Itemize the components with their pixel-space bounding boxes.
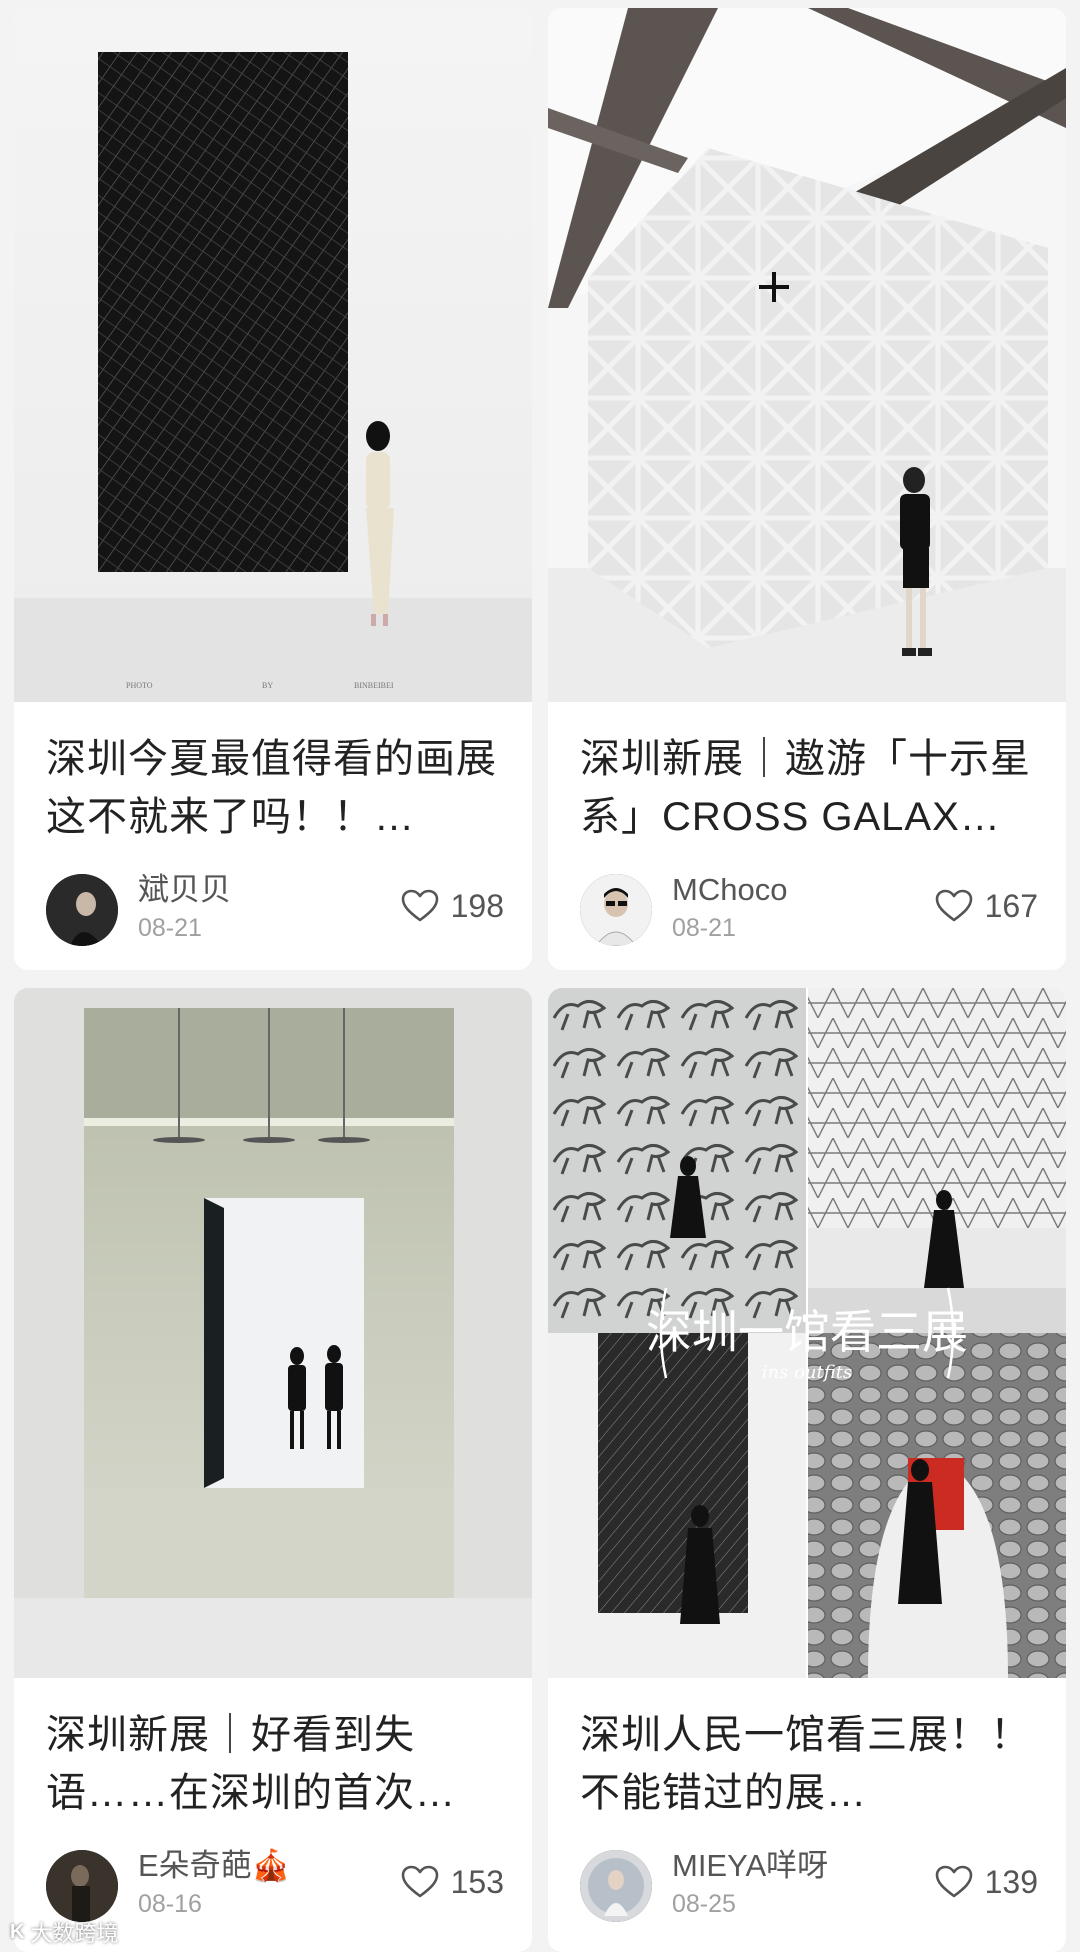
avatar[interactable] [46,874,118,946]
post-title[interactable]: 深圳今夏最值得看的画展这不就来了吗！！… [46,730,504,846]
like-count: 139 [984,1863,1038,1900]
post-title[interactable]: 深圳新展｜好看到失语……在深圳的首次… [46,1706,504,1822]
watermark-text: 大数跨境 [30,1921,119,1946]
author-row: E朵奇葩🎪 08-16 153 [46,1846,504,1922]
photo-credit-name: BINBEIBEI [354,681,394,690]
photo-credit-photo: PHOTO [126,681,153,690]
author-row: 斌贝贝 08-21 198 [46,870,504,946]
author-name[interactable]: MChoco [672,870,787,910]
post-card[interactable]: 深圳新展｜好看到失语……在深圳的首次… E朵奇葩🎪 08-16 153 [14,988,532,1952]
like-button[interactable]: 167 [935,884,1038,928]
heart-outline-icon[interactable] [935,1865,973,1899]
post-cover-image[interactable] [548,8,1066,702]
like-button[interactable]: 139 [935,1860,1038,1904]
post-cover-image[interactable]: PHOTO BY BINBEIBEI [14,8,532,702]
heart-outline-icon[interactable] [401,1865,439,1899]
post-title[interactable]: 深圳新展｜遨游「十示星系」CROSS GALAX… [580,730,1038,846]
author-row: MChoco 08-21 167 [580,870,1038,946]
watermark-logo: K [10,1920,25,1943]
like-button[interactable]: 198 [401,884,504,928]
cover-overlay-script: ins outfits [762,1362,852,1383]
author-name[interactable]: 斌贝贝 [138,870,231,910]
post-cover-image[interactable]: 深圳一馆看三展 ins outfits [548,988,1066,1678]
like-count: 153 [450,1863,504,1900]
avatar[interactable] [46,1850,118,1922]
watermark: K 大数跨境 [10,1916,118,1948]
post-title[interactable]: 深圳人民一馆看三展！！不能错过的展… [580,1706,1038,1822]
post-date: 08-21 [672,914,736,942]
post-card[interactable]: 深圳新展｜遨游「十示星系」CROSS GALAX… MChoco 08-21 1… [548,8,1066,970]
like-button[interactable]: 153 [401,1860,504,1904]
author-row: MIEYA咩呀 08-25 139 [580,1846,1038,1922]
post-card[interactable]: PHOTO BY BINBEIBEI 深圳今夏最值得看的画展这不就来了吗！！… … [14,8,532,970]
heart-outline-icon[interactable] [401,889,439,923]
post-cover-image[interactable] [14,988,532,1678]
avatar[interactable] [580,874,652,946]
post-card[interactable]: 深圳一馆看三展 ins outfits 深圳人民一馆看三展！！不能错过的展… M… [548,988,1066,1952]
post-date: 08-16 [138,1890,202,1918]
post-date: 08-25 [672,1890,736,1918]
avatar[interactable] [580,1850,652,1922]
post-date: 08-21 [138,914,202,942]
like-count: 167 [984,887,1038,924]
feed-page: PHOTO BY BINBEIBEI 深圳今夏最值得看的画展这不就来了吗！！… … [0,0,1080,1952]
photo-credit-by: BY [262,681,273,690]
author-name[interactable]: E朵奇葩🎪 [138,1846,290,1886]
heart-outline-icon[interactable] [935,889,973,923]
author-name[interactable]: MIEYA咩呀 [672,1846,828,1886]
like-count: 198 [450,887,504,924]
cover-overlay-title: 深圳一馆看三展 [646,1305,968,1359]
